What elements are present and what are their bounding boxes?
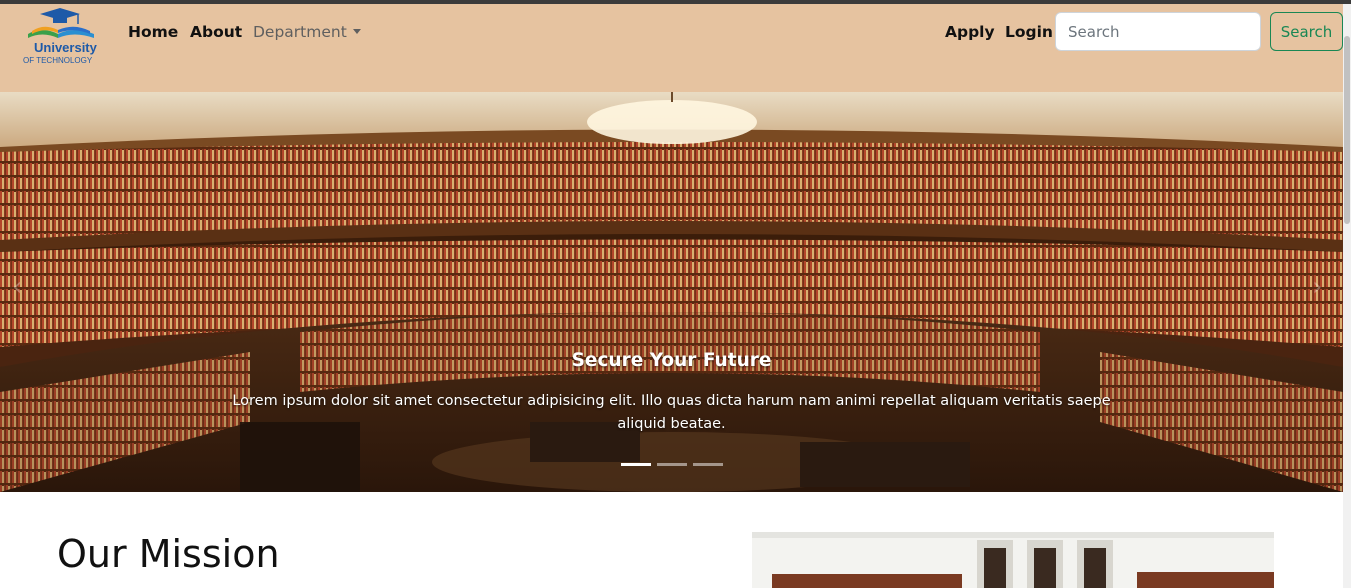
carousel-caption-text: Lorem ipsum dolor sit amet consectetur a… bbox=[232, 393, 1111, 432]
carousel-caption-title: Secure Your Future bbox=[571, 350, 772, 371]
carousel-indicator-3[interactable] bbox=[693, 463, 723, 466]
logo-text-university: University bbox=[34, 40, 97, 55]
site-logo[interactable]: University OF TECHNOLOGY bbox=[22, 4, 100, 68]
carousel-prev-icon[interactable]: ‹ bbox=[12, 272, 32, 302]
carousel-indicator-2[interactable] bbox=[657, 463, 687, 466]
nav-dropdown-label: Department bbox=[253, 23, 347, 41]
page-scrollbar-thumb[interactable] bbox=[1344, 36, 1350, 224]
search-button[interactable]: Search bbox=[1270, 12, 1343, 51]
search-input[interactable] bbox=[1055, 12, 1261, 51]
nav-link-login[interactable]: Login bbox=[1005, 23, 1053, 41]
nav-link-about[interactable]: About bbox=[190, 23, 242, 41]
nav-link-home[interactable]: Home bbox=[128, 23, 178, 41]
carousel-next-icon[interactable]: › bbox=[1312, 272, 1332, 302]
graduation-cap-book-icon bbox=[28, 8, 94, 38]
nav-dropdown-department[interactable]: Department bbox=[253, 23, 361, 41]
mission-library-image bbox=[752, 532, 1274, 588]
nav-link-apply[interactable]: Apply bbox=[945, 23, 995, 41]
navbar: University OF TECHNOLOGY Home About Depa… bbox=[0, 4, 1343, 92]
carousel-indicator-1[interactable] bbox=[621, 463, 651, 466]
logo-text-technology: OF TECHNOLOGY bbox=[23, 56, 93, 65]
caret-down-icon bbox=[352, 29, 361, 34]
hero-carousel: ‹ › Secure Your Future Lorem ipsum dolor… bbox=[0, 92, 1343, 492]
mission-heading: Our Mission bbox=[57, 532, 280, 576]
